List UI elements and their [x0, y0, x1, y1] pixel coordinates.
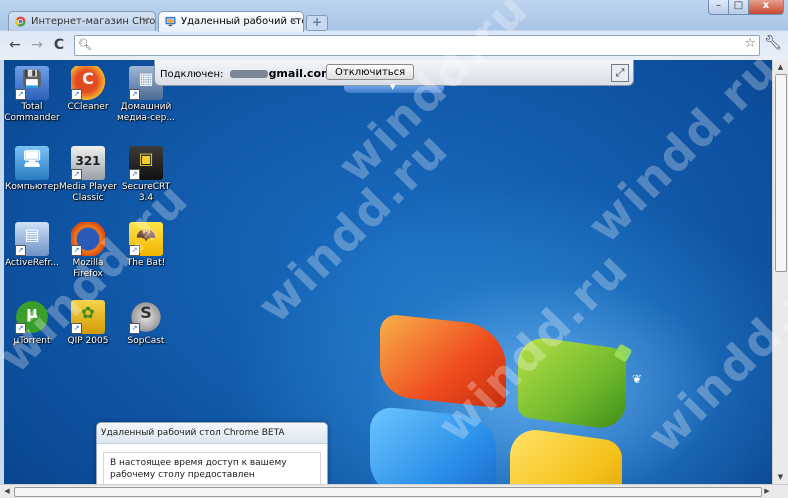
qip-icon: ✿ ↗: [71, 300, 105, 334]
disconnect-button[interactable]: Отключиться: [326, 64, 415, 80]
remote-desktop-notice: Удаленный рабочий стол Chrome BETA В нас…: [96, 422, 328, 486]
notice-title: Удаленный рабочий стол Chrome BETA: [97, 423, 327, 444]
desktop-icon-label: Домашний медиа-сер...: [117, 102, 175, 123]
desktop-icon-ccleaner[interactable]: C ↗ CCleaner: [58, 66, 118, 113]
connected-email-domain: gmail.com: [268, 67, 333, 80]
desktop-icon-label: Total Commander: [4, 102, 60, 123]
remote-desktop-favicon-icon: [165, 16, 176, 27]
desktop-icon-computer[interactable]: 🖥 Компьютер: [4, 146, 62, 193]
close-tab-icon[interactable]: ✕: [290, 12, 298, 31]
total-commander-icon: 💾 ↗: [15, 66, 49, 100]
tab-label: Интернет-магазин Chrome: [31, 16, 156, 27]
tab-chrome-web-store[interactable]: Интернет-магазин Chrome ✕: [8, 11, 156, 31]
remote-desktop-canvas[interactable]: ❦ 💾 ↗ Total Commander C ↗ CCleaner ▦ ↗ Дома…: [4, 60, 772, 484]
horizontal-scroll-thumb[interactable]: [14, 487, 762, 497]
desktop-icon-label: Mozilla Firefox: [72, 258, 104, 279]
tab-remote-desktop[interactable]: Удаленный рабочий стол ✕: [158, 11, 304, 32]
desktop-icon-activerefresh[interactable]: ▤ ↗ ActiveRefr...: [4, 222, 62, 269]
desktop-icon-label: µTorrent: [13, 336, 51, 346]
fullscreen-icon[interactable]: ⤢: [611, 64, 629, 82]
desktop-icon-sopcast[interactable]: S ↗ SopCast: [116, 300, 176, 347]
address-input[interactable]: [93, 37, 737, 54]
utorrent-icon: µ ↗: [15, 300, 49, 334]
vertical-scroll-thumb[interactable]: [775, 74, 787, 272]
firefox-icon: ↗: [71, 222, 105, 256]
close-tab-icon[interactable]: ✕: [142, 12, 150, 31]
desktop-icon-label: Компьютер: [5, 182, 59, 192]
the-bat-icon: 🦇 ↗: [129, 222, 163, 256]
desktop-icon-label: SopCast: [127, 336, 165, 346]
desktop-icon-the-bat[interactable]: 🦇 ↗ The Bat!: [116, 222, 176, 269]
browser-toolbar: ← → C 🔍︎ ☆: [0, 31, 788, 60]
new-tab-button[interactable]: +: [306, 15, 328, 31]
desktop-icon-media-player-classic[interactable]: 321 ↗ Media Player Classic: [58, 146, 118, 204]
close-window-button[interactable]: x: [748, 0, 784, 15]
connected-label: Подключен:: [160, 69, 224, 80]
vertical-scrollbar[interactable]: ▲ ▼: [772, 60, 788, 484]
desktop-icon-label: The Bat!: [126, 258, 166, 268]
notice-text: В настоящее время доступ к вашему рабоче…: [110, 458, 287, 485]
scroll-down-arrow-icon[interactable]: ▼: [773, 470, 788, 484]
ccleaner-icon: C ↗: [71, 66, 105, 100]
horizontal-scrollbar[interactable]: ◀ ▶: [0, 484, 788, 498]
securecrt-icon: ▣ ↗: [129, 146, 163, 180]
chevron-down-icon: ▼: [390, 83, 396, 91]
desktop-icon-securecrt[interactable]: ▣ ↗ SecureCRT 3.4: [116, 146, 176, 204]
omnibox[interactable]: 🔍︎ ☆: [74, 35, 760, 56]
search-icon: 🔍︎: [78, 38, 92, 51]
desktop-icon-qip[interactable]: ✿ ↗ QIP 2005: [58, 300, 118, 347]
window-controls: – □ x: [708, 0, 784, 18]
minimize-button[interactable]: –: [708, 0, 729, 15]
forward-button[interactable]: →: [28, 36, 46, 54]
wrench-menu-icon[interactable]: 🔧︎: [764, 35, 782, 53]
desktop-icon-total-commander[interactable]: 💾 ↗ Total Commander: [4, 66, 62, 124]
desktop-icon-firefox[interactable]: ↗ Mozilla Firefox: [58, 222, 118, 280]
sopcast-icon: S ↗: [129, 300, 163, 334]
reload-button[interactable]: C: [50, 36, 68, 54]
connection-bar-toggle[interactable]: ▼: [344, 83, 444, 93]
desktop-icon-label: QIP 2005: [67, 336, 109, 346]
connection-status: Подключен: gmail.com: [160, 67, 333, 80]
browser-frame: Интернет-магазин Chrome ✕ Удаленный рабо…: [0, 0, 788, 60]
bookmark-star-icon[interactable]: ☆: [744, 36, 756, 51]
desktop-icon-label: SecureCRT 3.4: [121, 182, 171, 203]
windows-logo-green-pane: [518, 334, 626, 432]
maximize-button[interactable]: □: [728, 0, 749, 15]
desktop-icon-label: ActiveRefr...: [5, 258, 59, 268]
desktop-icon-utorrent[interactable]: µ ↗ µTorrent: [4, 300, 62, 347]
scroll-right-arrow-icon[interactable]: ▶: [760, 485, 774, 498]
scroll-left-arrow-icon[interactable]: ◀: [0, 485, 14, 498]
back-button[interactable]: ←: [6, 36, 24, 54]
scroll-up-arrow-icon[interactable]: ▲: [773, 60, 788, 74]
masked-email-user: [229, 70, 268, 78]
tab-strip: Интернет-магазин Chrome ✕ Удаленный рабо…: [0, 8, 788, 32]
notice-body: В настоящее время доступ к вашему рабоче…: [103, 452, 321, 485]
chrome-store-favicon-icon: [15, 16, 26, 27]
desktop-icon-label: Media Player Classic: [59, 182, 117, 203]
computer-icon: 🖥: [15, 146, 49, 180]
tab-label: Удаленный рабочий стол: [181, 16, 304, 27]
desktop-icon-label: CCleaner: [67, 102, 109, 112]
media-player-classic-icon: 321 ↗: [71, 146, 105, 180]
butterfly-icon: ❦: [632, 372, 643, 386]
activerefresh-icon: ▤ ↗: [15, 222, 49, 256]
